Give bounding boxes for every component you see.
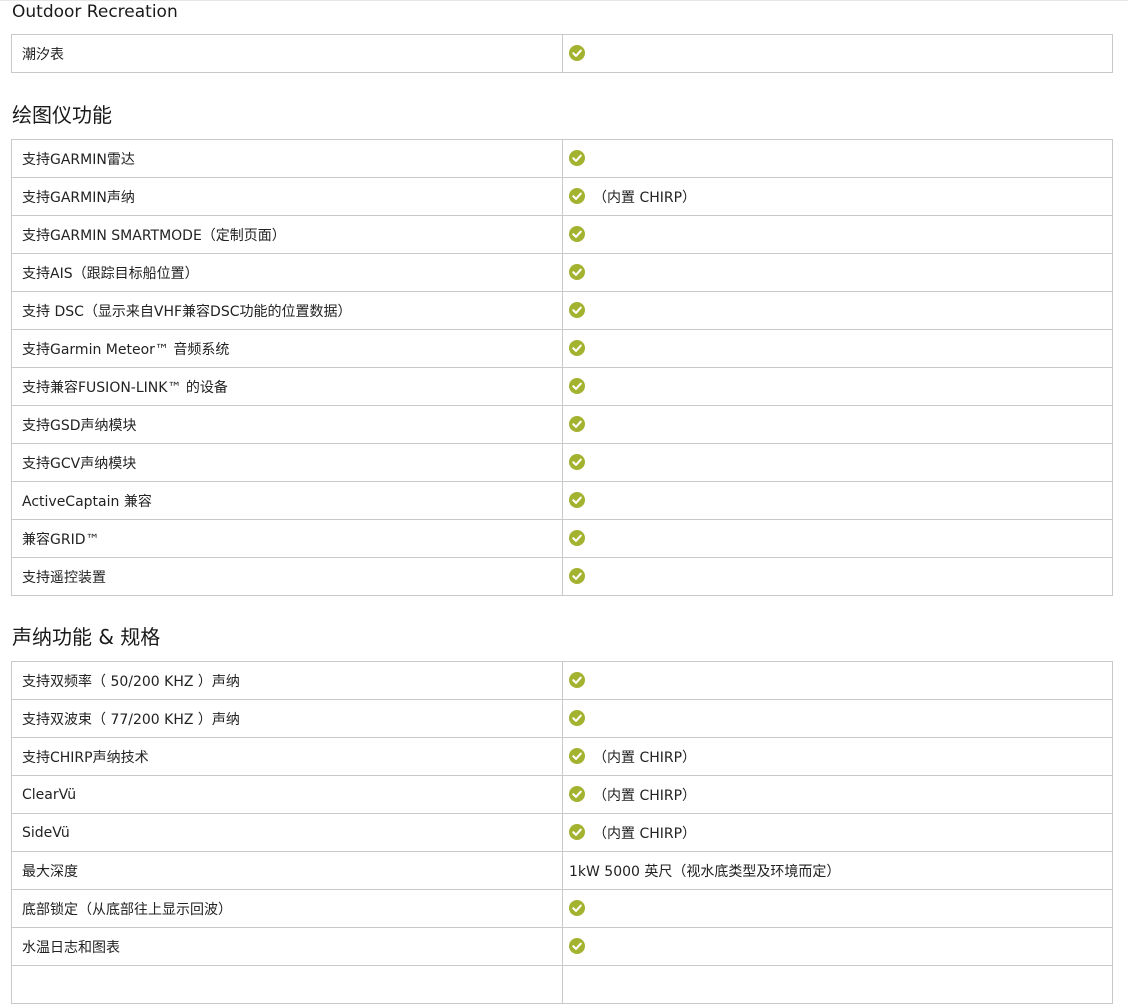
table-row: 潮汐表: [11, 34, 1113, 73]
value-note: （内置 CHIRP）: [593, 787, 697, 804]
checkmark-icon: [569, 529, 585, 546]
checkmark-icon: [569, 415, 585, 432]
table-row: [11, 965, 1113, 1004]
checkmark-icon: [569, 263, 585, 280]
feature-label: ClearVü: [11, 775, 563, 814]
feature-value: [562, 34, 1113, 73]
feature-label: 支持双波束（ 77/200 KHZ ）声纳: [11, 699, 563, 738]
table-row: ClearVü （内置 CHIRP）: [11, 775, 1113, 814]
value-note: （内置 CHIRP）: [593, 825, 697, 842]
feature-label: 支持 DSC（显示来自VHF兼容DSC功能的位置数据）: [11, 291, 563, 330]
feature-label: 支持AIS（跟踪目标船位置）: [11, 253, 563, 292]
table-row: 最大深度 1kW 5000 英尺（视水底类型及环境而定）: [11, 851, 1113, 890]
feature-value: [562, 661, 1113, 700]
checkmark-icon: [569, 785, 585, 802]
feature-label: 支持GSD声纳模块: [11, 405, 563, 444]
feature-label: 支持双频率（ 50/200 KHZ ）声纳: [11, 661, 563, 700]
feature-value: [562, 215, 1113, 254]
feature-label: 支持GARMIN声纳: [11, 177, 563, 216]
table-row: 支持GCV声纳模块: [11, 443, 1113, 482]
checkmark-icon: [569, 149, 585, 166]
table-row: 支持GSD声纳模块: [11, 405, 1113, 444]
table-row: 支持CHIRP声纳技术 （内置 CHIRP）: [11, 737, 1113, 776]
feature-value: [562, 329, 1113, 368]
section-title-chartplotter-features: 绘图仪功能: [12, 103, 112, 127]
feature-value: （内置 CHIRP）: [562, 813, 1113, 852]
checkmark-icon: [569, 44, 585, 61]
feature-label: 最大深度: [11, 851, 563, 890]
checkmark-icon: [569, 301, 585, 318]
table-row: SideVü （内置 CHIRP）: [11, 813, 1113, 852]
value-note: （内置 CHIRP）: [593, 749, 697, 766]
feature-value: [562, 927, 1113, 966]
table-row: 支持遥控装置: [11, 557, 1113, 596]
checkmark-icon: [569, 187, 585, 204]
feature-value: [562, 699, 1113, 738]
table-row: 支持Garmin Meteor™ 音频系统: [11, 329, 1113, 368]
feature-label: 支持CHIRP声纳技术: [11, 737, 563, 776]
value-note: 1kW 5000 英尺（视水底类型及环境而定）: [569, 863, 841, 880]
feature-label: 支持Garmin Meteor™ 音频系统: [11, 329, 563, 368]
table-row: 支持兼容FUSION-LINK™ 的设备: [11, 367, 1113, 406]
feature-value: [562, 291, 1113, 330]
checkmark-icon: [569, 453, 585, 470]
feature-value: [562, 481, 1113, 520]
table-row: 底部锁定（从底部往上显示回波）: [11, 889, 1113, 928]
feature-label: 兼容GRID™: [11, 519, 563, 558]
table-row: 兼容GRID™: [11, 519, 1113, 558]
checkmark-icon: [569, 823, 585, 840]
feature-value: [562, 443, 1113, 482]
feature-label: 支持GARMIN雷达: [11, 139, 563, 178]
feature-label: [11, 965, 563, 1004]
feature-value: [562, 139, 1113, 178]
checkmark-icon: [569, 377, 585, 394]
table-row: 支持 DSC（显示来自VHF兼容DSC功能的位置数据）: [11, 291, 1113, 330]
feature-value: [562, 557, 1113, 596]
checkmark-icon: [569, 339, 585, 356]
feature-value: [562, 889, 1113, 928]
feature-label: 支持GCV声纳模块: [11, 443, 563, 482]
spec-table-chartplotter-features: 支持GARMIN雷达 支持GARMIN声纳 （内置 CHIRP） 支持GARMIN S…: [11, 139, 1113, 596]
table-row: 支持GARMIN雷达: [11, 139, 1113, 178]
feature-label: 支持遥控装置: [11, 557, 563, 596]
value-note: （内置 CHIRP）: [593, 189, 697, 206]
table-row: 支持AIS（跟踪目标船位置）: [11, 253, 1113, 292]
table-row: 支持GARMIN SMARTMODE（定制页面）: [11, 215, 1113, 254]
feature-label: SideVü: [11, 813, 563, 852]
feature-value: [562, 367, 1113, 406]
feature-value: （内置 CHIRP）: [562, 775, 1113, 814]
feature-label: ActiveCaptain 兼容: [11, 481, 563, 520]
feature-value: [562, 965, 1113, 1004]
feature-label: 底部锁定（从底部往上显示回波）: [11, 889, 563, 928]
checkmark-icon: [569, 937, 585, 954]
feature-value: [562, 253, 1113, 292]
checkmark-icon: [569, 747, 585, 764]
spec-table-outdoor-recreation: 潮汐表: [11, 34, 1113, 73]
checkmark-icon: [569, 491, 585, 508]
feature-value: 1kW 5000 英尺（视水底类型及环境而定）: [562, 851, 1113, 890]
spec-table-sonar-features: 支持双频率（ 50/200 KHZ ）声纳 支持双波束（ 77/200 KHZ ）…: [11, 661, 1113, 1004]
checkmark-icon: [569, 567, 585, 584]
section-title-outdoor-recreation: Outdoor Recreation: [12, 2, 178, 22]
checkmark-icon: [569, 225, 585, 242]
table-row: 支持双频率（ 50/200 KHZ ）声纳: [11, 661, 1113, 700]
section-title-sonar-features: 声纳功能 & 规格: [12, 625, 161, 649]
table-row: 支持GARMIN声纳 （内置 CHIRP）: [11, 177, 1113, 216]
checkmark-icon: [569, 671, 585, 688]
table-row: 支持双波束（ 77/200 KHZ ）声纳: [11, 699, 1113, 738]
feature-label: 水温日志和图表: [11, 927, 563, 966]
feature-value: [562, 519, 1113, 558]
feature-value: （内置 CHIRP）: [562, 177, 1113, 216]
checkmark-icon: [569, 899, 585, 916]
feature-value: （内置 CHIRP）: [562, 737, 1113, 776]
feature-value: [562, 405, 1113, 444]
table-row: 水温日志和图表: [11, 927, 1113, 966]
table-row: ActiveCaptain 兼容: [11, 481, 1113, 520]
checkmark-icon: [569, 709, 585, 726]
feature-label: 支持兼容FUSION-LINK™ 的设备: [11, 367, 563, 406]
feature-label: 支持GARMIN SMARTMODE（定制页面）: [11, 215, 563, 254]
feature-label: 潮汐表: [11, 34, 563, 73]
